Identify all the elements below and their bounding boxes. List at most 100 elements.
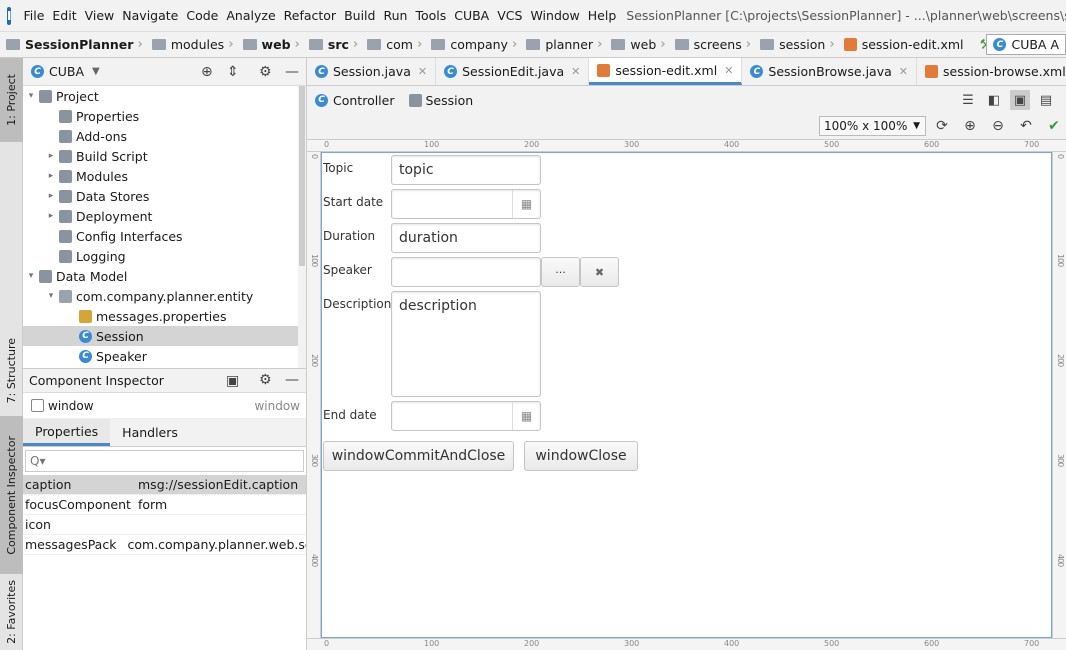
tree-node-session[interactable]: C Session (23, 326, 306, 346)
tree-node-logging[interactable]: Logging (23, 246, 306, 266)
search-icon: Q▾ (30, 454, 46, 468)
crumb-company[interactable]: company › (425, 37, 520, 52)
tab-favorites[interactable]: 2: Favorites (0, 574, 23, 650)
tab-handlers[interactable]: Handlers (110, 419, 190, 446)
tree-node-messages-properties[interactable]: messages.properties (23, 306, 306, 326)
zoom-in-icon[interactable]: ⊕ (959, 116, 981, 136)
controller-link[interactable]: C Controller (315, 93, 395, 108)
crumb-session-edit-xml[interactable]: session-edit.xml (838, 37, 967, 52)
end-date-field[interactable]: ▦ (391, 401, 541, 431)
class-icon: C (315, 65, 328, 78)
text-view-icon[interactable]: ☰ (958, 90, 978, 110)
crumb-web-2[interactable]: web › (605, 37, 668, 52)
collapse-all-icon[interactable]: ⇕ (227, 64, 239, 80)
speaker-clear-button[interactable]: ✖ (580, 257, 619, 287)
menu-code[interactable]: Code (182, 8, 222, 23)
refresh-icon[interactable]: ⟳ (931, 116, 953, 136)
menu-build[interactable]: Build (340, 8, 379, 23)
menu-window[interactable]: Window (526, 8, 583, 23)
cuba-run-config[interactable]: C CUBA A (986, 34, 1066, 55)
property-row[interactable]: caption msg://sessionEdit.caption (23, 475, 306, 495)
xml-file-icon (843, 38, 857, 51)
tab-sessionbrowse-java[interactable]: C SessionBrowse.java ✕ (742, 58, 917, 85)
layout-icon[interactable]: ▣ (226, 373, 239, 389)
tree-node-project[interactable]: ▾ Project (23, 86, 306, 106)
menu-help[interactable]: Help (584, 8, 621, 23)
tree-node-properties[interactable]: Properties (23, 106, 306, 126)
check-icon[interactable]: ✔ (1043, 116, 1065, 136)
calendar-icon[interactable]: ▦ (512, 402, 540, 430)
menu-cuba[interactable]: CUBA (450, 8, 493, 23)
close-icon[interactable]: ✕ (571, 65, 580, 78)
tab-session-browse-xml[interactable]: session-browse.xml✕ (917, 58, 1066, 85)
crumb-planner[interactable]: planner › (520, 37, 605, 52)
locate-icon[interactable]: ⊕ (201, 64, 213, 80)
crumb-modules[interactable]: modules › (146, 37, 237, 52)
tab-component-inspector[interactable]: Component Inspector (0, 416, 23, 574)
crumb-session[interactable]: session › (754, 37, 838, 52)
tree-node-speaker[interactable]: C Speaker (23, 346, 306, 366)
tree-node-config-interfaces[interactable]: Config Interfaces (23, 226, 306, 246)
property-row[interactable]: messagesPack com.company.planner.web.scre (23, 535, 306, 555)
close-icon[interactable]: ✕ (418, 65, 427, 78)
menu-edit[interactable]: Edit (48, 8, 80, 23)
minimize-icon[interactable]: — (285, 372, 299, 388)
crumb-sessionplanner[interactable]: SessionPlanner › (0, 37, 146, 52)
menu-tools[interactable]: Tools (411, 8, 450, 23)
undo-icon[interactable]: ↶ (1015, 116, 1037, 136)
start-date-field[interactable]: ▦ (391, 189, 541, 219)
project-view-selector[interactable]: CUBA (49, 64, 84, 79)
close-icon[interactable]: ✕ (724, 64, 733, 77)
crumb-web[interactable]: web › (237, 37, 303, 52)
selected-component-row[interactable]: window window (23, 393, 306, 419)
tab-session-java[interactable]: C Session.java ✕ (307, 58, 437, 85)
calendar-icon[interactable]: ▦ (512, 190, 540, 218)
gear-icon[interactable]: ⚙ (259, 64, 272, 80)
tab-project[interactable]: 1: Project (0, 58, 23, 142)
tree-node-addons[interactable]: Add-ons (23, 126, 306, 146)
menu-run[interactable]: Run (379, 8, 411, 23)
zoom-select[interactable]: 100% x 100% ▼ (819, 116, 926, 136)
description-field[interactable]: description (391, 291, 541, 397)
commit-and-close-button[interactable]: windowCommitAndClose (323, 441, 514, 471)
crumb-screens[interactable]: screens › (669, 37, 754, 52)
session-entity-link[interactable]: Session (407, 93, 473, 108)
menu-navigate[interactable]: Navigate (118, 8, 182, 23)
chevron-down-icon[interactable]: ▼ (92, 66, 100, 77)
property-row[interactable]: focusComponent form (23, 495, 306, 515)
preview-icon[interactable]: ▤ (1036, 90, 1056, 110)
split-view-icon[interactable]: ◧ (984, 90, 1004, 110)
menu-file[interactable]: File (19, 8, 48, 23)
tree-node-modules[interactable]: ▸ Modules (23, 166, 306, 186)
crumb-com[interactable]: com › (361, 37, 425, 52)
design-canvas[interactable]: Topic topic Start date ▦ Duration durati… (321, 152, 1052, 638)
crumb-src[interactable]: src › (303, 37, 361, 52)
minimize-icon[interactable]: — (285, 64, 299, 80)
close-icon[interactable]: ✕ (899, 65, 908, 78)
tree-node-build-script[interactable]: ▸ Build Script (23, 146, 306, 166)
menu-refactor[interactable]: Refactor (280, 8, 340, 23)
tab-structure[interactable]: 7: Structure (0, 326, 23, 416)
tree-node-deployment[interactable]: ▸ Deployment (23, 206, 306, 226)
menu-analyze[interactable]: Analyze (222, 8, 279, 23)
property-row[interactable]: icon (23, 515, 306, 535)
topic-field[interactable]: topic (391, 155, 541, 185)
close-button[interactable]: windowClose (524, 441, 638, 471)
tree-node-data-model[interactable]: ▾ Data Model (23, 266, 306, 286)
speaker-field[interactable] (391, 257, 541, 287)
tree-node-data-stores[interactable]: ▸ Data Stores (23, 186, 306, 206)
menu-vcs[interactable]: VCS (493, 8, 526, 23)
tab-sessionedit-java[interactable]: C SessionEdit.java ✕ (436, 58, 590, 85)
zoom-out-icon[interactable]: ⊖ (987, 116, 1009, 136)
tab-session-edit-xml[interactable]: session-edit.xml ✕ (589, 58, 743, 85)
property-search-input[interactable]: Q▾ (25, 450, 304, 472)
tree-scrollbar[interactable] (298, 86, 306, 368)
cuba-icon: C (31, 65, 44, 78)
duration-field[interactable]: duration (391, 223, 541, 253)
design-view-icon[interactable]: ▣ (1010, 90, 1030, 110)
tab-properties[interactable]: Properties (23, 419, 111, 446)
gear-icon[interactable]: ⚙ (259, 372, 272, 388)
tree-node-entity-package[interactable]: ▾ com.company.planner.entity (23, 286, 306, 306)
speaker-lookup-button[interactable]: ··· (541, 257, 580, 287)
menu-view[interactable]: View (81, 8, 119, 23)
